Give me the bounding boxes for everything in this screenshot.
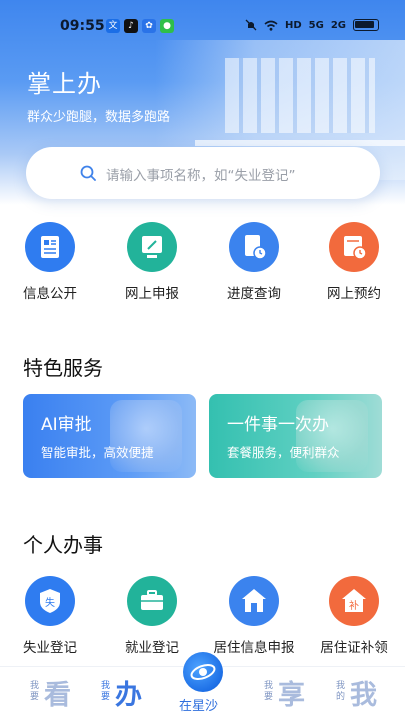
card-title: 一件事一次办 (227, 415, 329, 435)
house-glyph: 补 (349, 599, 359, 612)
wifi-icon (264, 20, 278, 31)
baidu-app-icon: ✿ (142, 19, 156, 33)
tab-enjoy[interactable]: 我要 享 (264, 673, 314, 713)
card-title: AI审批 (41, 415, 92, 435)
service-label: 失业登记 (23, 640, 77, 656)
xingsha-logo-icon[interactable] (183, 652, 223, 692)
service-residence-declaration[interactable]: 居住信息申报 (204, 576, 304, 656)
page-subtitle: 群众少跑腿，数据多跑路 (27, 110, 171, 125)
hd-indicator: HD (284, 19, 302, 31)
tab-look[interactable]: 我要 看 (30, 673, 80, 713)
tiktok-app-icon: ♪ (124, 19, 138, 33)
search-input[interactable]: 请输入事项名称，如“失业登记” (106, 164, 296, 184)
tab-in-xingsha[interactable]: 在星沙 (179, 695, 218, 714)
quick-action-online-declare[interactable]: 网上申报 (112, 222, 192, 302)
unemployment-shield-icon: 失 (25, 576, 75, 626)
quick-action-label: 网上预约 (327, 286, 381, 302)
briefcase-icon (127, 576, 177, 626)
tab-me[interactable]: 我的 我 (336, 673, 386, 713)
quick-action-label: 进度查询 (227, 286, 281, 302)
personal-section-title: 个人办事 (23, 533, 103, 557)
quick-action-label: 信息公开 (23, 286, 77, 302)
calendar-clock-icon (329, 222, 379, 272)
house-icon (229, 576, 279, 626)
page-title: 掌上办 (27, 70, 102, 98)
quick-action-info-public[interactable]: 信息公开 (10, 222, 90, 302)
status-bar: 09:55 文 ♪ ✿ ● HD 5G 2G (0, 14, 405, 40)
service-label: 就业登记 (125, 640, 179, 656)
service-employment-registration[interactable]: 就业登记 (112, 576, 192, 656)
one-thing-once-card[interactable]: 一件事一次办 套餐服务，便利群众 (209, 394, 382, 478)
robot-illustration (110, 400, 182, 472)
tab-label: 看 (44, 680, 71, 711)
status-time: 09:55 (60, 18, 105, 34)
edit-screen-icon (127, 222, 177, 272)
quick-action-online-booking[interactable]: 网上预约 (314, 222, 394, 302)
quick-action-label: 网上申报 (125, 286, 179, 302)
featured-section-title: 特色服务 (23, 356, 103, 380)
service-label: 居住证补领 (320, 640, 388, 656)
tab-prefix: 我要 (101, 681, 111, 702)
translate-app-icon: 文 (106, 19, 120, 33)
5g-signal-icon: 5G (308, 19, 324, 31)
card-subtitle: 套餐服务，便利群众 (227, 445, 340, 460)
progress-clock-icon (229, 222, 279, 272)
service-unemployment-registration[interactable]: 失 失业登记 (10, 576, 90, 656)
tab-prefix: 我的 (336, 681, 346, 702)
quick-action-progress-query[interactable]: 进度查询 (214, 222, 294, 302)
tab-label: 办 (115, 680, 142, 711)
battery-icon (353, 19, 379, 31)
tab-prefix: 我要 (30, 681, 40, 702)
2g-signal-icon: 2G (330, 19, 346, 31)
search-icon (80, 165, 96, 181)
shield-glyph: 失 (45, 596, 55, 609)
card-subtitle: 智能审批，高效便捷 (41, 445, 154, 460)
mute-icon (245, 19, 257, 31)
ai-approval-card[interactable]: AI审批 智能审批，高效便捷 (23, 394, 196, 478)
wechat-app-icon: ● (160, 19, 174, 33)
document-list-icon (25, 222, 75, 272)
tab-label: 我 (350, 680, 377, 711)
house-reissue-icon: 补 (329, 576, 379, 626)
service-residence-permit-reissue[interactable]: 补 居住证补领 (308, 576, 400, 656)
tab-label: 享 (278, 680, 305, 711)
tab-do[interactable]: 我要 办 (101, 673, 151, 713)
search-bar[interactable]: 请输入事项名称，如“失业登记” (26, 147, 380, 199)
tab-prefix: 我要 (264, 681, 274, 702)
